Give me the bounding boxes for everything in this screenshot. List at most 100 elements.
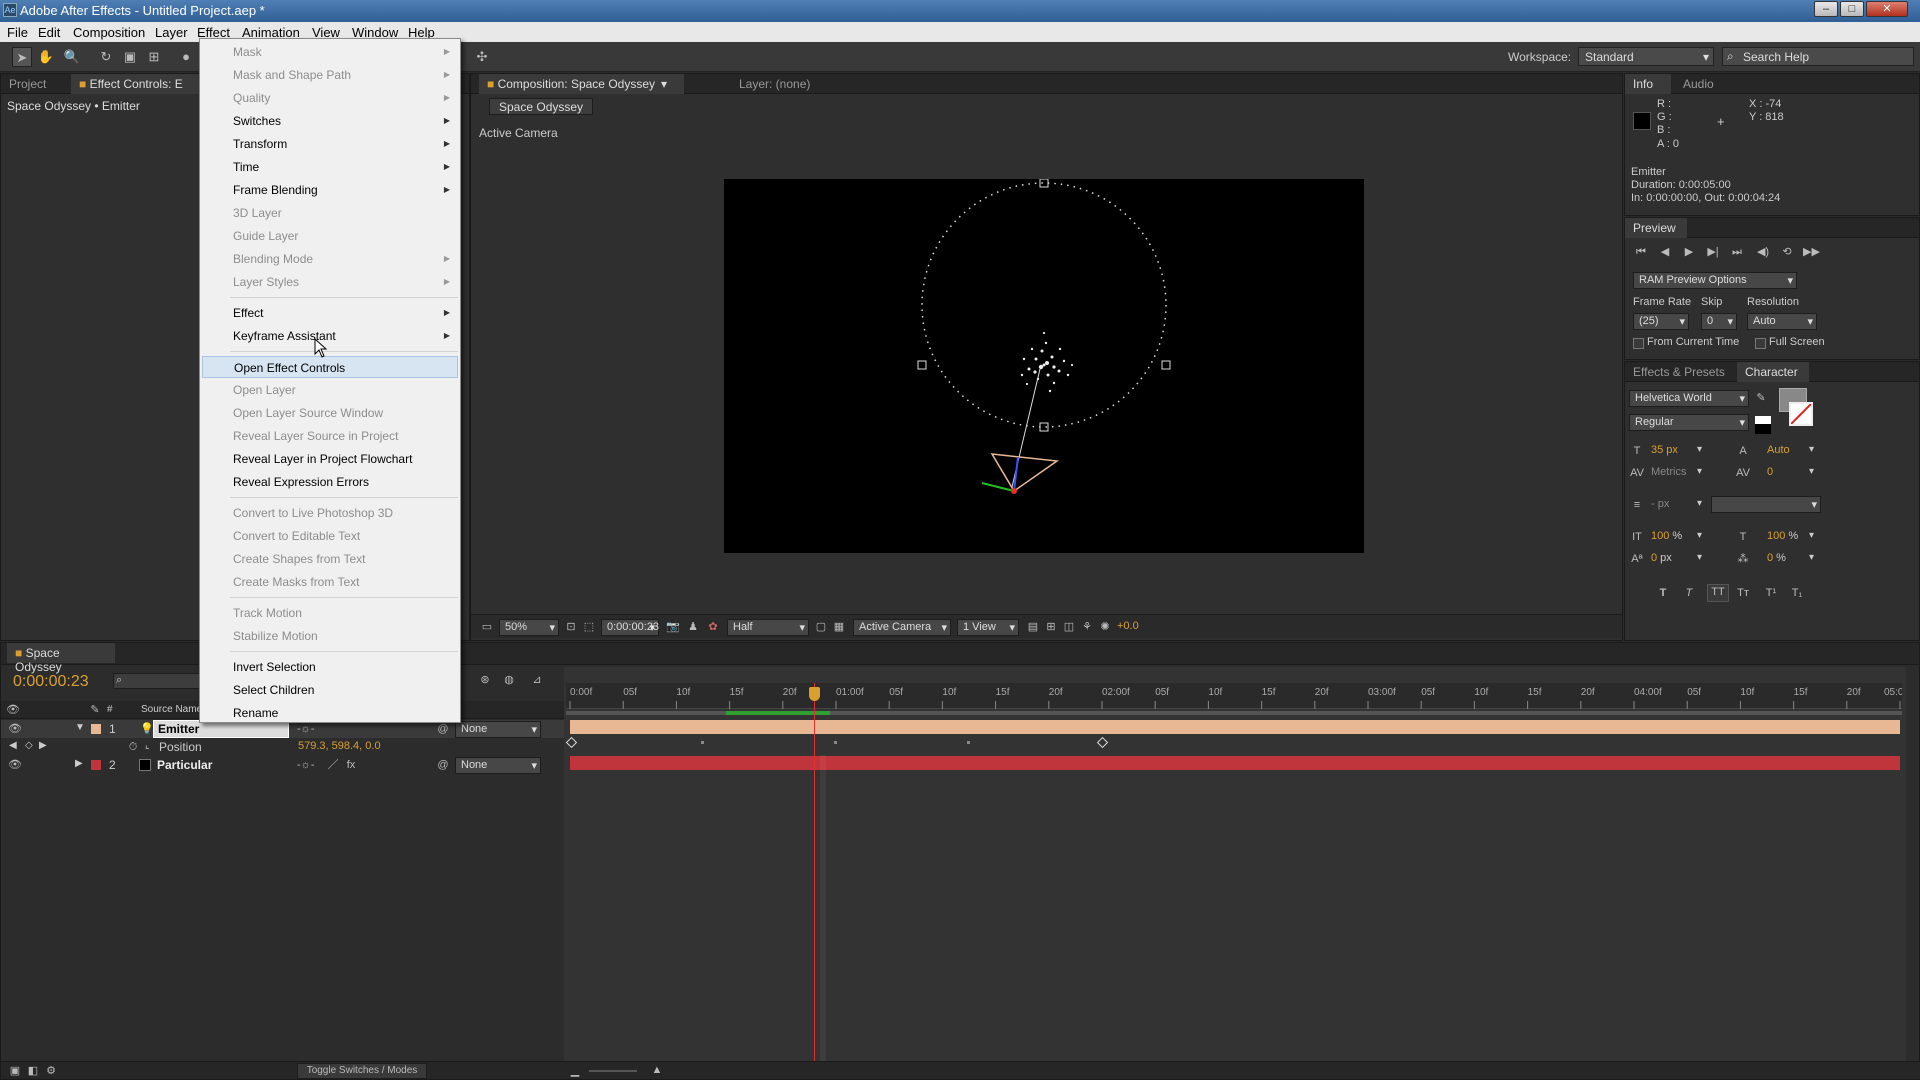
transfer-controls-icon[interactable]: ◧ (25, 1064, 41, 1078)
tab-project[interactable]: Project (1, 74, 61, 94)
leading-dropdown-icon[interactable]: ▾ (1809, 444, 1814, 455)
playhead-line[interactable] (814, 683, 815, 1071)
zoom-out-icon[interactable]: ▁ (567, 1064, 583, 1078)
close-button[interactable]: ✕ (1866, 1, 1908, 17)
time-ruler[interactable]: 0:00f 05f 10f 15f 20f 01:00f 05f 10f 15f 20f 02:00… (566, 683, 1904, 709)
baseline-shift-value[interactable]: 0 px (1651, 552, 1672, 564)
tab-effect-controls[interactable]: ■ Effect Controls: E (71, 74, 201, 94)
channel-icon[interactable]: ✿ (705, 620, 721, 634)
hand-tool-icon[interactable]: ✋ (36, 47, 56, 67)
tab-composition[interactable]: ■ Composition: Space Odyssey ▾ (479, 74, 684, 94)
menu-item-frame-blending[interactable]: Frame Blending ▶ (233, 179, 458, 201)
menu-edit[interactable]: Edit (38, 25, 60, 40)
menu-item-rename[interactable]: Rename (233, 702, 458, 724)
tab-character[interactable]: Character (1737, 362, 1809, 382)
camera-tool-icon[interactable]: ▣ (120, 47, 140, 67)
region-icon[interactable]: ▢ (813, 620, 829, 634)
tab-info[interactable]: Info (1625, 74, 1671, 94)
menu-item-open-effect-controls[interactable]: Open Effect Controls (202, 356, 458, 378)
full-screen-checkbox[interactable] (1755, 338, 1766, 349)
exposure-value[interactable]: +0.0 (1117, 620, 1139, 632)
search-help-input[interactable]: ⌕ Search Help (1722, 47, 1914, 66)
selection-tool-icon[interactable]: ➤ (12, 47, 32, 67)
font-size-value[interactable]: 35 px (1651, 444, 1678, 456)
stroke-width-value[interactable]: - px (1651, 498, 1669, 510)
exposure-reset-icon[interactable]: ✺ (1097, 620, 1113, 634)
menu-item-time[interactable]: Time ▶ (233, 156, 458, 178)
prev-keyframe-icon[interactable]: ◀ (9, 740, 17, 751)
faux-bold-icon[interactable]: T (1655, 586, 1671, 600)
font-style-select[interactable]: Regular (1629, 414, 1749, 431)
workspace-select[interactable]: Standard (1578, 47, 1714, 66)
ram-preview-options-select[interactable]: RAM Preview Options (1633, 272, 1797, 289)
snapshot-icon[interactable]: 📷 (665, 620, 681, 634)
menu-item-create-masks-from-text[interactable]: Create Masks from Text (233, 571, 458, 593)
twirl-icon[interactable]: ▼ (75, 722, 85, 733)
zoom-in-icon[interactable]: ▲ (649, 1063, 665, 1077)
font-family-select[interactable]: Helvetica World (1629, 390, 1749, 407)
fast-preview-icon[interactable]: ⊞ (1043, 620, 1059, 634)
transparency-grid-icon[interactable]: ▦ (831, 620, 847, 634)
horizontal-scale-dropdown-icon[interactable]: ▾ (1809, 530, 1814, 541)
kerning-dropdown-icon[interactable]: ▾ (1697, 466, 1702, 477)
in-out-stretch-icon[interactable]: ⚙ (43, 1064, 59, 1078)
comp-canvas[interactable] (724, 178, 1364, 553)
menu-item-create-shapes-from-text[interactable]: Create Shapes from Text (233, 548, 458, 570)
zoom-slider[interactable] (589, 1070, 637, 1072)
timecode-field[interactable]: 0:00:00:23 (601, 619, 659, 636)
label-color-swatch[interactable] (91, 760, 101, 770)
position-value[interactable]: 579.3, 598.4, 0.0 (298, 740, 381, 752)
parent-pickwhip-icon[interactable]: @ (435, 758, 451, 772)
resolution-preview-select[interactable]: Auto (1747, 313, 1817, 330)
menu-item-reveal-layer-source-in-project[interactable]: Reveal Layer Source in Project (233, 425, 458, 447)
layer-name[interactable]: Particular (157, 758, 212, 772)
tsume-value[interactable]: 0 % (1767, 552, 1786, 564)
faux-italic-icon[interactable]: T (1681, 586, 1697, 600)
timeline-timecode[interactable]: 0:00:00:23 (13, 673, 89, 691)
tsume-dropdown-icon[interactable]: ▾ (1809, 552, 1814, 563)
vertical-scale-dropdown-icon[interactable]: ▾ (1697, 530, 1702, 541)
from-current-checkbox[interactable] (1633, 338, 1644, 349)
tracking-value[interactable]: 0 (1767, 466, 1773, 478)
visibility-icon[interactable]: 👁 (7, 722, 23, 736)
black-swatch[interactable] (1755, 424, 1771, 434)
menu-item-open-layer-source-window[interactable]: Open Layer Source Window (233, 402, 458, 424)
twirl-icon[interactable]: ▶ (75, 758, 83, 769)
playhead-handle[interactable] (809, 687, 820, 701)
pan-behind-tool-icon[interactable]: ⊞ (144, 47, 164, 67)
parent-select[interactable]: None (455, 757, 541, 774)
particular-layer-bar[interactable] (570, 756, 1900, 770)
menu-item-layer-styles[interactable]: Layer Styles ▶ (233, 271, 458, 293)
timeline-search-input[interactable]: ⌕ (113, 673, 203, 689)
menu-item-mask[interactable]: Mask ▶ (233, 41, 458, 63)
always-preview-icon[interactable]: ▭ (479, 620, 495, 634)
menu-item-effect[interactable]: Effect ▶ (233, 302, 458, 324)
camera-select[interactable]: Active Camera (853, 619, 951, 636)
fit-icon[interactable]: ⊡ (563, 620, 579, 634)
minimize-button[interactable]: – (1814, 1, 1838, 17)
menu-item-select-children[interactable]: Select Children (233, 679, 458, 701)
stroke-width-dropdown-icon[interactable]: ▾ (1697, 498, 1702, 509)
tab-layer[interactable]: Layer: (none) (731, 74, 851, 94)
menu-item-keyframe-assistant[interactable]: Keyframe Assistant ▶ (233, 325, 458, 347)
zoom-tool-icon[interactable]: 🔍 (62, 47, 82, 67)
draft-3d-icon[interactable]: ◍ (501, 673, 517, 687)
menu-item-convert-to-editable-text[interactable]: Convert to Editable Text (233, 525, 458, 547)
tracking-dropdown-icon[interactable]: ▾ (1809, 466, 1814, 477)
shy-switch-icon[interactable]: -☼- (297, 758, 314, 772)
horizontal-scale-value[interactable]: 100 % (1767, 530, 1798, 542)
last-frame-icon[interactable]: ⏭ (1729, 245, 1745, 259)
layer-row-particular[interactable]: 👁 ▶ 2 Particular -☼- ／ fx @ None (1, 756, 564, 774)
play-icon[interactable]: ▶ (1681, 245, 1697, 259)
tab-audio[interactable]: Audio (1675, 74, 1725, 94)
tab-preview[interactable]: Preview (1625, 218, 1687, 238)
all-caps-icon[interactable]: TT (1707, 584, 1729, 602)
flowchart-icon[interactable]: ⚘ (1079, 620, 1095, 634)
menu-item-reveal-layer-in-project-flowchart[interactable]: Reveal Layer in Project Flowchart (233, 448, 458, 470)
subscript-icon[interactable]: T₁ (1789, 586, 1805, 600)
visibility-icon[interactable]: 👁 (7, 758, 23, 772)
ram-preview-icon[interactable]: ▶▶ (1803, 245, 1820, 259)
position-property-row[interactable]: ◀ ◇ ▶ ⏱ ⌞ Position 579.3, 598.4, 0.0 (1, 738, 564, 756)
menu-layer[interactable]: Layer (155, 25, 188, 40)
zoom-select[interactable]: 50% (499, 619, 559, 636)
